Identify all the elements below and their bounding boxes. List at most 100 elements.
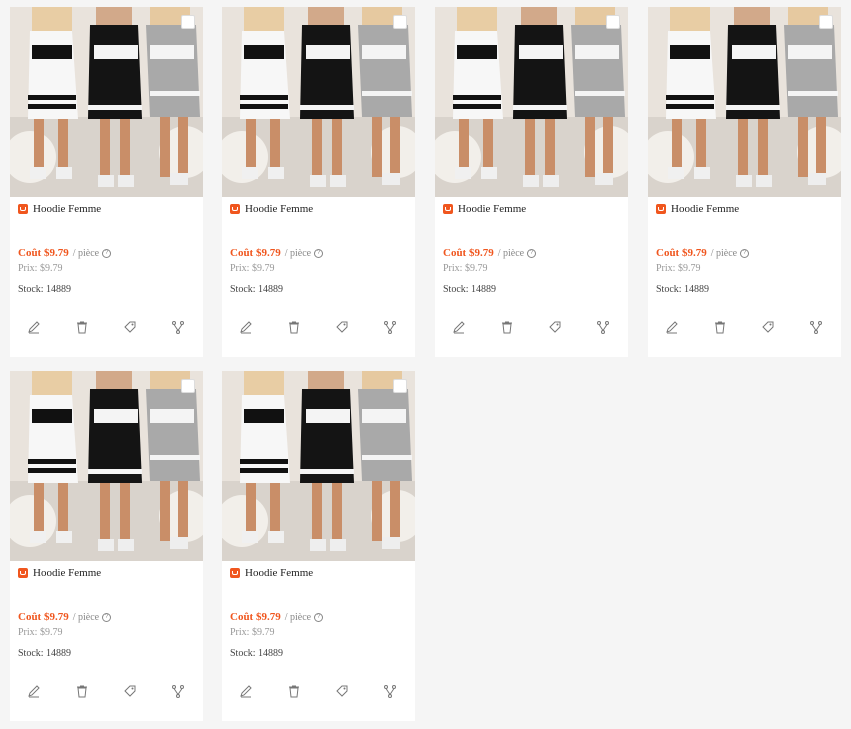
edit-button[interactable] xyxy=(26,683,42,699)
variants-button[interactable] xyxy=(808,319,824,335)
product-image[interactable] xyxy=(648,7,841,197)
variants-button[interactable] xyxy=(382,319,398,335)
trash-icon xyxy=(77,685,87,698)
product-title[interactable]: Hoodie Femme xyxy=(671,203,739,215)
pencil-icon xyxy=(28,685,40,698)
product-stock: Stock: 14889 xyxy=(18,284,72,295)
per-unit-label: / pièce xyxy=(72,247,100,259)
product-grid: Hoodie Femme Coût $9.79 / pièce ? Prix: … xyxy=(0,0,851,729)
product-image[interactable] xyxy=(435,7,628,197)
tag-button[interactable] xyxy=(122,319,138,335)
select-checkbox[interactable] xyxy=(393,15,407,29)
variants-button[interactable] xyxy=(170,319,186,335)
delete-button[interactable] xyxy=(74,319,90,335)
edit-button[interactable] xyxy=(238,319,254,335)
pencil-icon xyxy=(28,321,40,334)
question-circle-icon[interactable]: ? xyxy=(102,248,112,258)
select-checkbox[interactable] xyxy=(181,379,195,393)
tag-button[interactable] xyxy=(547,319,563,335)
store-icon xyxy=(18,568,28,578)
product-title[interactable]: Hoodie Femme xyxy=(458,203,526,215)
trash-icon xyxy=(77,321,87,334)
select-checkbox[interactable] xyxy=(606,15,620,29)
product-price: Prix: $9.79 xyxy=(18,263,63,274)
product-image[interactable] xyxy=(10,7,203,197)
question-circle-icon[interactable]: ? xyxy=(314,612,324,622)
fork-icon xyxy=(384,685,396,698)
tag-button[interactable] xyxy=(334,683,350,699)
variants-button[interactable] xyxy=(170,683,186,699)
question-circle-icon[interactable]: ? xyxy=(740,248,750,258)
product-title-row: Hoodie Femme xyxy=(656,203,739,215)
tag-icon xyxy=(549,321,561,333)
product-card[interactable]: Hoodie Femme Coût $9.79 / pièce ? Prix: … xyxy=(435,7,628,357)
pencil-icon xyxy=(240,321,252,334)
product-title-row: Hoodie Femme xyxy=(443,203,526,215)
product-price: Prix: $9.79 xyxy=(443,263,488,274)
variants-button[interactable] xyxy=(595,319,611,335)
card-actions xyxy=(10,319,203,339)
tag-button[interactable] xyxy=(334,319,350,335)
product-card[interactable]: Hoodie Femme Coût $9.79 / pièce ? Prix: … xyxy=(648,7,841,357)
product-title[interactable]: Hoodie Femme xyxy=(245,203,313,215)
product-title-row: Hoodie Femme xyxy=(18,203,101,215)
pencil-icon xyxy=(666,321,678,334)
product-title-row: Hoodie Femme xyxy=(230,203,313,215)
trash-icon xyxy=(502,321,512,334)
product-title[interactable]: Hoodie Femme xyxy=(245,567,313,579)
fork-icon xyxy=(597,321,609,334)
product-image[interactable] xyxy=(222,7,415,197)
cost-row: Coût $9.79 / pièce ? xyxy=(443,247,537,259)
product-card[interactable]: Hoodie Femme Coût $9.79 / pièce ? Prix: … xyxy=(222,7,415,357)
select-checkbox[interactable] xyxy=(393,379,407,393)
product-title[interactable]: Hoodie Femme xyxy=(33,567,101,579)
product-card[interactable]: Hoodie Femme Coût $9.79 / pièce ? Prix: … xyxy=(10,371,203,721)
product-card[interactable]: Hoodie Femme Coût $9.79 / pièce ? Prix: … xyxy=(10,7,203,357)
product-image[interactable] xyxy=(10,371,203,561)
product-cost: Coût $9.79 xyxy=(18,611,69,623)
fork-icon xyxy=(810,321,822,334)
delete-button[interactable] xyxy=(499,319,515,335)
product-image[interactable] xyxy=(222,371,415,561)
pencil-icon xyxy=(240,685,252,698)
edit-button[interactable] xyxy=(26,319,42,335)
trash-icon xyxy=(289,321,299,334)
store-icon xyxy=(656,204,666,214)
product-title-row: Hoodie Femme xyxy=(18,567,101,579)
delete-button[interactable] xyxy=(286,683,302,699)
delete-button[interactable] xyxy=(74,683,90,699)
select-checkbox[interactable] xyxy=(819,15,833,29)
product-cost: Coût $9.79 xyxy=(230,247,281,259)
edit-button[interactable] xyxy=(664,319,680,335)
cost-row: Coût $9.79 / pièce ? xyxy=(656,247,750,259)
delete-button[interactable] xyxy=(286,319,302,335)
per-unit-label: / pièce xyxy=(72,611,100,623)
per-unit-label: / pièce xyxy=(284,247,312,259)
tag-button[interactable] xyxy=(122,683,138,699)
tag-icon xyxy=(336,685,348,697)
product-cost: Coût $9.79 xyxy=(443,247,494,259)
delete-button[interactable] xyxy=(712,319,728,335)
fork-icon xyxy=(384,321,396,334)
question-circle-icon[interactable]: ? xyxy=(314,248,324,258)
trash-icon xyxy=(715,321,725,334)
question-circle-icon[interactable]: ? xyxy=(102,612,112,622)
cost-row: Coût $9.79 / pièce ? xyxy=(18,611,112,623)
store-icon xyxy=(18,204,28,214)
cost-row: Coût $9.79 / pièce ? xyxy=(230,247,324,259)
product-stock: Stock: 14889 xyxy=(230,284,284,295)
tag-icon xyxy=(762,321,774,333)
per-unit-label: / pièce xyxy=(284,611,312,623)
card-actions xyxy=(222,683,415,703)
edit-button[interactable] xyxy=(451,319,467,335)
product-stock: Stock: 14889 xyxy=(443,284,497,295)
product-title[interactable]: Hoodie Femme xyxy=(33,203,101,215)
edit-button[interactable] xyxy=(238,683,254,699)
question-circle-icon[interactable]: ? xyxy=(527,248,537,258)
card-actions xyxy=(435,319,628,339)
product-price: Prix: $9.79 xyxy=(230,627,275,638)
select-checkbox[interactable] xyxy=(181,15,195,29)
variants-button[interactable] xyxy=(382,683,398,699)
tag-button[interactable] xyxy=(760,319,776,335)
product-card[interactable]: Hoodie Femme Coût $9.79 / pièce ? Prix: … xyxy=(222,371,415,721)
